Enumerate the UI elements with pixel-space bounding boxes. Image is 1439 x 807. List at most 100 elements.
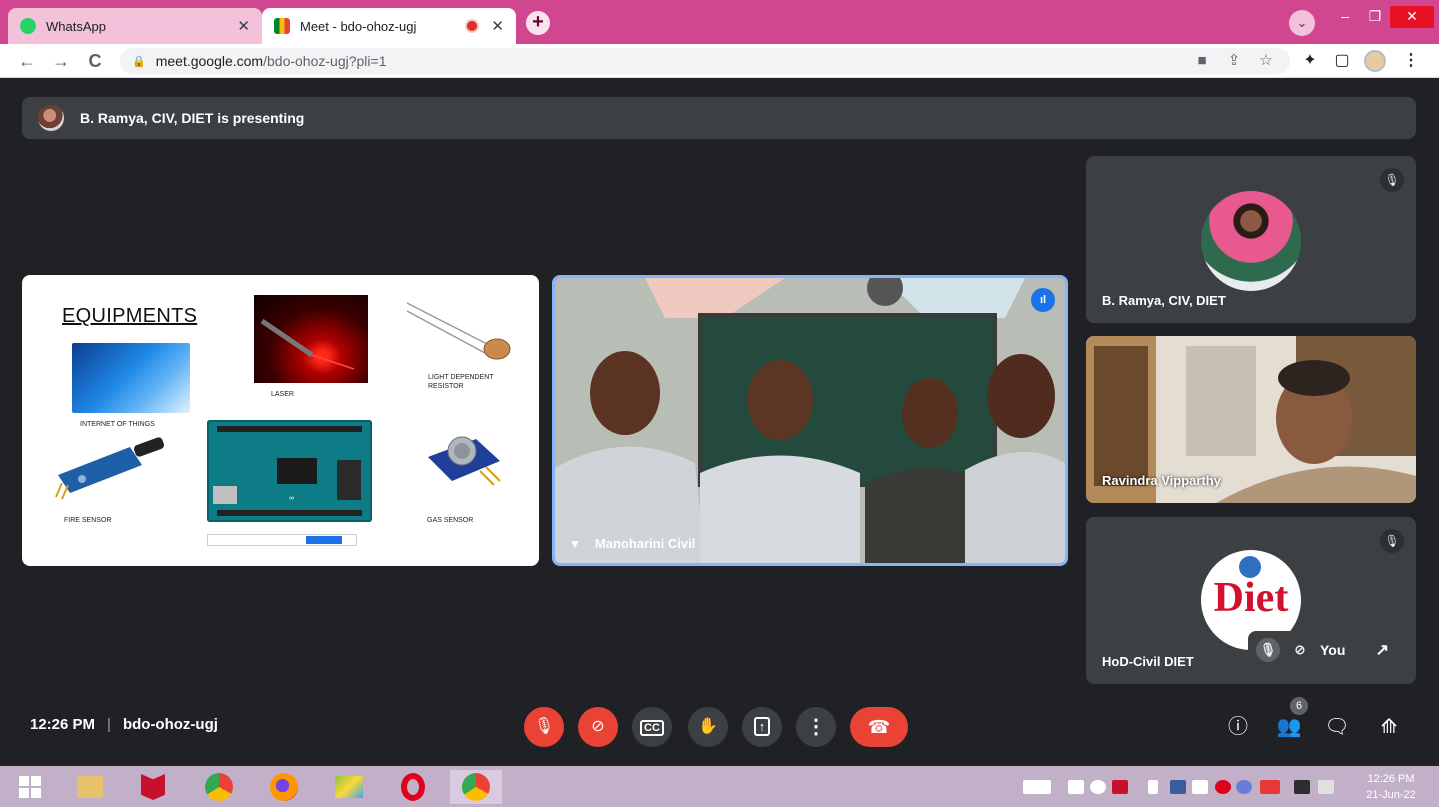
participant-name: B. Ramya, CIV, DIET (1102, 293, 1226, 308)
address-bar[interactable]: 🔒 meet.google.com/bdo-ohoz-ugj?pli=1 (120, 48, 1290, 74)
mic-off-icon: 🎙 (533, 718, 555, 735)
extension-tray-icon[interactable] (1294, 780, 1310, 794)
activities-button[interactable]: ⟰ (1373, 711, 1405, 743)
volume-icon[interactable] (1090, 780, 1106, 794)
active-speaker-tile[interactable]: ıl ▼ Manoharini Civil (552, 275, 1068, 566)
opera-taskbar-icon[interactable] (393, 770, 433, 804)
record-tray-icon[interactable] (1260, 780, 1280, 794)
camera-off-icon: ⊘ (591, 718, 605, 735)
app-taskbar-icon[interactable] (329, 770, 369, 804)
close-window-icon[interactable]: ✕ (1390, 6, 1434, 28)
back-icon[interactable]: ← (14, 48, 40, 74)
people-button[interactable]: 👥 (1273, 711, 1305, 743)
close-tab-icon[interactable]: ✕ (237, 17, 250, 35)
reload-icon[interactable]: C (82, 48, 108, 74)
firefox-icon (270, 773, 298, 801)
tab-title: Meet - bdo-ohoz-ugj (300, 18, 417, 34)
diet-logo-text: Diet (1213, 575, 1289, 621)
folder-icon (77, 776, 103, 798)
notification-icon[interactable] (1318, 780, 1334, 794)
fire-caption: FIRE SENSOR (64, 517, 112, 524)
separator: | (107, 716, 111, 733)
windows-taskbar: 12:26 PM 21-Jun-22 (0, 766, 1439, 807)
iot-caption: INTERNET OF THINGS (80, 421, 155, 428)
meeting-code: bdo-ohoz-ugj (122, 716, 218, 733)
mic-off-icon: 🎙 (1380, 529, 1404, 553)
raise-hand-button[interactable]: ✋ (688, 707, 728, 747)
profile-avatar[interactable] (1364, 50, 1386, 72)
ldr-caption: LIGHT DEPENDENT RESISTOR (428, 374, 494, 390)
chrome-icon (205, 773, 233, 801)
lock-icon[interactable]: 🔒 (132, 55, 146, 68)
svg-text:∞: ∞ (289, 495, 294, 502)
ldr-image (406, 302, 511, 360)
hang-up-icon: ☎ (867, 717, 891, 737)
present-screen-icon: ↑ (753, 717, 771, 736)
tab-search-button[interactable]: ⌄ (1289, 10, 1315, 36)
meeting-details: 12:26 PM | bdo-ohoz-ugj (30, 716, 218, 733)
participant-name: Manoharini Civil (594, 536, 696, 551)
restore-icon[interactable]: ❐ (1360, 6, 1390, 28)
new-tab-button[interactable]: + (526, 11, 550, 35)
chrome-taskbar-icon[interactable] (199, 770, 239, 804)
expand-icon[interactable]: ↗ (1376, 640, 1389, 660)
self-view-chip[interactable]: 🎙 ⊘ You ↗ (1248, 631, 1399, 669)
tab-title: WhatsApp (46, 18, 106, 34)
url-domain: meet.google.com (155, 53, 264, 69)
laser-image (254, 295, 368, 383)
slide-search-box (207, 534, 357, 546)
shield-icon (141, 774, 165, 800)
system-clock[interactable]: 12:26 PM 21-Jun-22 (1349, 771, 1433, 803)
info-icon: ⓘ (1228, 716, 1248, 738)
browser-tab-strip: WhatsApp ✕ Meet - bdo-ohoz-ugj ✕ + ⌄ – ❐… (0, 0, 1439, 44)
tab-meet[interactable]: Meet - bdo-ohoz-ugj ✕ (262, 8, 516, 44)
more-menu-icon[interactable]: ⋮ (1398, 49, 1424, 75)
windows-logo-icon (19, 776, 41, 798)
participant-avatar (1201, 191, 1301, 291)
tray-up-icon[interactable] (1068, 780, 1084, 794)
tab-whatsapp[interactable]: WhatsApp ✕ (8, 8, 262, 44)
opera-tray-icon[interactable] (1215, 780, 1231, 794)
minimize-icon[interactable]: – (1330, 6, 1360, 28)
participant-tile[interactable]: Ravindra Vipparthy (1086, 336, 1416, 503)
presenting-text: B. Ramya, CIV, DIET is presenting (80, 110, 305, 126)
camera-in-use-icon[interactable]: ■ (1190, 48, 1214, 74)
forward-icon[interactable]: → (48, 48, 74, 74)
self-camera-off-icon: ⊘ (1294, 642, 1306, 657)
start-button[interactable] (10, 770, 50, 804)
gas-sensor-image (428, 436, 501, 486)
chrome-icon (462, 773, 490, 801)
mcafee-icon[interactable] (133, 770, 173, 804)
network-signal-icon[interactable] (1192, 780, 1208, 794)
captions-button[interactable]: CC (632, 707, 672, 747)
chat-button[interactable]: 🗨 (1321, 711, 1353, 743)
mic-toggle-button[interactable]: 🎙 (524, 707, 564, 747)
more-options-button[interactable]: ⋮ (796, 707, 836, 747)
clock-date: 21-Jun-22 (1366, 789, 1416, 801)
battery-icon[interactable] (1148, 780, 1158, 794)
mcafee-tray-icon[interactable] (1112, 780, 1128, 794)
globe-icon (1239, 556, 1261, 578)
participant-name: HoD-Civil DIET (1102, 654, 1194, 669)
extensions-icon[interactable]: ✦ (1297, 49, 1323, 75)
browser-toolbar: ← → C 🔒 meet.google.com/bdo-ohoz-ugj?pli… (0, 44, 1439, 78)
camera-toggle-button[interactable]: ⊘ (578, 707, 618, 747)
presenter-avatar (38, 105, 64, 131)
arduino-board-image: ∞ (207, 420, 372, 522)
group-video-frame (555, 278, 1065, 563)
share-icon[interactable]: ⇪ (1222, 48, 1246, 74)
keyboard-icon[interactable] (1023, 780, 1051, 794)
app-tray-icon[interactable] (1170, 780, 1186, 794)
leave-call-button[interactable]: ☎ (850, 707, 908, 747)
chrome-active-taskbar-icon[interactable] (450, 770, 502, 804)
vpn-tray-icon[interactable] (1236, 780, 1252, 794)
close-tab-icon[interactable]: ✕ (491, 17, 504, 35)
firefox-taskbar-icon[interactable] (264, 770, 304, 804)
participant-tile[interactable]: 🎙 B. Ramya, CIV, DIET (1086, 156, 1416, 323)
file-explorer-icon[interactable] (70, 770, 110, 804)
presentation-slide[interactable]: EQUIPMENTS INTERNET OF THINGS LASER LIGH… (22, 275, 539, 566)
meeting-info-button[interactable]: ⓘ (1222, 711, 1254, 743)
present-button[interactable]: ↑ (742, 707, 782, 747)
bookmark-star-icon[interactable]: ☆ (1254, 48, 1278, 74)
side-panel-icon[interactable]: ▢ (1329, 49, 1355, 75)
